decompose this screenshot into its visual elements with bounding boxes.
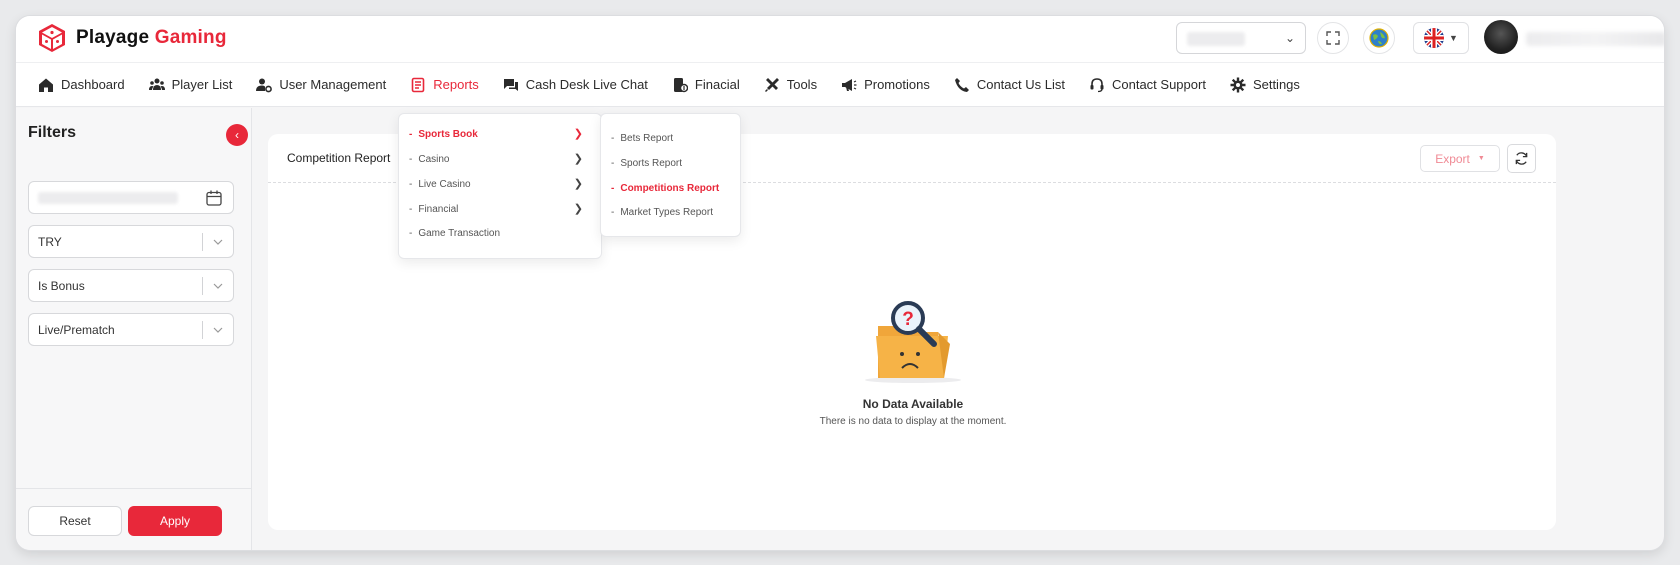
- date-range-field[interactable]: [28, 181, 234, 214]
- nav-dashboard[interactable]: Dashboard: [26, 63, 137, 106]
- menu-item-live-casino[interactable]: - Live Casino: [409, 179, 471, 190]
- menu-item-competitions-report[interactable]: - Competitions Report: [611, 183, 719, 194]
- live-prematch-select[interactable]: Live/Prematch: [28, 313, 234, 346]
- site-select[interactable]: ⌄: [1176, 22, 1306, 54]
- app-window: Playage Gaming ⌄ ▼ Dashboard Player List…: [16, 16, 1664, 550]
- reports-menu: - Sports Book ❯ - Casino ❯ - Live Casino ❯ …: [398, 113, 602, 259]
- dice-logo-icon: [39, 24, 65, 52]
- chat-icon: [503, 78, 518, 91]
- menu-item-financial[interactable]: - Financial: [409, 204, 458, 215]
- currency-select[interactable]: TRY: [28, 225, 234, 258]
- menu-item-casino[interactable]: - Casino: [409, 154, 449, 165]
- chevron-right-icon: ❯: [573, 203, 583, 215]
- chevron-right-icon: ❯: [573, 178, 583, 190]
- tools-icon: [764, 77, 779, 92]
- nav-label: Contact Us List: [976, 77, 1065, 92]
- nav-user-management[interactable]: User Management: [244, 63, 398, 106]
- select-separator: [202, 321, 203, 339]
- menu-item-market-types-report[interactable]: - Market Types Report: [611, 207, 713, 218]
- fullscreen-icon: [1326, 31, 1340, 45]
- currency-value: TRY: [38, 234, 62, 249]
- caret-down-icon: ▼: [1477, 155, 1485, 162]
- nav-promotions[interactable]: Promotions: [829, 63, 942, 106]
- export-button[interactable]: Export ▼: [1420, 145, 1500, 172]
- live-prematch-value: Live/Prematch: [38, 322, 115, 337]
- filters-title: Filters: [28, 124, 77, 141]
- nav-label: Contact Support: [1111, 77, 1206, 92]
- nav-contact-us-list[interactable]: Contact Us List: [942, 63, 1077, 106]
- nav-cash-desk-live-chat[interactable]: Cash Desk Live Chat: [491, 63, 660, 106]
- gear-icon: [1230, 77, 1246, 92]
- empty-folder-icon: ?: [865, 301, 961, 383]
- money-icon: [673, 77, 688, 92]
- report-title: Competition Report: [287, 151, 391, 165]
- chevron-left-icon: ‹: [235, 128, 239, 142]
- is-bonus-value: Is Bonus: [38, 278, 85, 293]
- chevron-right-icon: ❯: [573, 128, 583, 140]
- users-icon: [148, 78, 165, 90]
- brand-name: Playage Gaming: [76, 27, 227, 48]
- calendar-icon: [206, 190, 222, 206]
- chevron-down-icon: [213, 283, 223, 289]
- globe-icon: [1369, 28, 1389, 48]
- chevron-right-icon: ❯: [573, 153, 583, 165]
- nav-label: Settings: [1252, 77, 1300, 92]
- nav-label: Reports: [433, 77, 479, 92]
- nav-label: Tools: [786, 77, 818, 92]
- user-gear-icon: [256, 78, 273, 92]
- nav-label: Promotions: [864, 77, 930, 92]
- nav-tools[interactable]: Tools: [752, 63, 829, 106]
- sports-book-submenu: - Bets Report - Sports Report - Competition…: [600, 113, 741, 237]
- menu-item-bets-report[interactable]: - Bets Report: [611, 133, 673, 144]
- empty-subtitle: There is no data to display at the momen…: [819, 416, 1007, 427]
- collapse-filters-button[interactable]: ‹: [226, 124, 248, 146]
- logo[interactable]: Playage Gaming: [36, 22, 227, 54]
- globe-button[interactable]: [1363, 22, 1395, 54]
- empty-title: No Data Available: [862, 397, 964, 411]
- nav-label: Player List: [171, 77, 233, 92]
- uk-flag-icon: [1424, 28, 1444, 48]
- is-bonus-select[interactable]: Is Bonus: [28, 269, 234, 302]
- menu-item-sports-report[interactable]: - Sports Report: [611, 158, 682, 169]
- svg-text:?: ?: [902, 309, 914, 330]
- refresh-button[interactable]: [1507, 144, 1536, 173]
- megaphone-icon: [842, 78, 857, 91]
- main-nav: Dashboard Player List User Management Re…: [16, 62, 1664, 107]
- export-label: Export: [1435, 151, 1470, 166]
- nav-label: Cash Desk Live Chat: [525, 77, 648, 92]
- phone-icon: [954, 77, 969, 92]
- filters-divider: [16, 488, 252, 489]
- top-header: Playage Gaming ⌄ ▼: [16, 16, 1664, 62]
- menu-item-sports-book[interactable]: - Sports Book: [409, 129, 478, 140]
- nav-financial[interactable]: Finacial: [660, 63, 752, 106]
- caret-down-icon: ▼: [1449, 33, 1458, 43]
- avatar[interactable]: [1484, 20, 1518, 54]
- nav-settings[interactable]: Settings: [1218, 63, 1312, 106]
- empty-state: ? No Data Available There is no data to …: [798, 296, 1028, 427]
- chevron-down-icon: [213, 327, 223, 333]
- site-select-value: [1187, 32, 1245, 46]
- reset-button[interactable]: Reset: [28, 506, 122, 536]
- nav-contact-support[interactable]: Contact Support: [1077, 63, 1218, 106]
- nav-label: User Management: [279, 77, 387, 92]
- nav-reports[interactable]: Reports: [398, 63, 491, 106]
- nav-label: Finacial: [694, 77, 740, 92]
- language-select[interactable]: ▼: [1413, 22, 1469, 54]
- apply-button[interactable]: Apply: [128, 506, 222, 536]
- headset-icon: [1090, 77, 1104, 92]
- filters-panel: Filters ‹ TRY Is Bonus Live/Prematch Res…: [16, 108, 252, 550]
- refresh-icon: [1515, 152, 1528, 165]
- user-name[interactable]: [1526, 32, 1664, 46]
- home-icon: [39, 78, 53, 92]
- select-separator: [202, 233, 203, 251]
- fullscreen-button[interactable]: [1317, 22, 1349, 54]
- nav-label: Dashboard: [61, 77, 125, 92]
- chevron-down-icon: ⌄: [1284, 31, 1295, 45]
- nav-player-list[interactable]: Player List: [137, 63, 245, 106]
- date-range-value: [38, 191, 178, 204]
- report-icon: [411, 77, 425, 92]
- chevron-down-icon: [213, 239, 223, 245]
- menu-item-game-transaction[interactable]: - Game Transaction: [409, 228, 500, 239]
- select-separator: [202, 277, 203, 295]
